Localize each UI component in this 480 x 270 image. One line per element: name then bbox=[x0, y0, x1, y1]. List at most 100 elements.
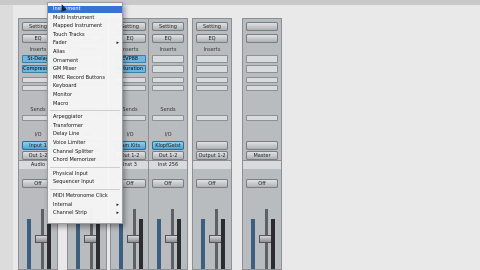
channel-name bbox=[243, 160, 281, 169]
sends-label: Sends bbox=[160, 107, 176, 113]
menu-item-label: Mapped Instrument bbox=[53, 23, 103, 30]
level-meter-right bbox=[96, 219, 100, 269]
menu-item-keyboard[interactable]: Keyboard bbox=[48, 83, 122, 90]
output-button[interactable]: Master bbox=[246, 151, 278, 160]
menu-item-mmc-record-buttons[interactable]: MMC Record Buttons bbox=[48, 75, 122, 82]
menu-item-label: Channel Splitter bbox=[53, 148, 94, 155]
menu-item-label: Delay Line bbox=[53, 131, 80, 138]
menu-item-label: Internal bbox=[53, 201, 73, 208]
menu-item-monitor[interactable]: Monitor bbox=[48, 92, 122, 99]
insert-slot-2[interactable] bbox=[196, 65, 228, 73]
send-slot-1[interactable] bbox=[246, 115, 278, 121]
menu-item-touch-tracks[interactable]: Touch Tracks bbox=[48, 32, 122, 39]
menu-separator bbox=[50, 110, 120, 112]
insert-slot-2[interactable] bbox=[246, 65, 278, 73]
new-object-menu[interactable]: Instrument Multi Instrument Mapped Instrum… bbox=[47, 2, 123, 224]
menu-separator bbox=[50, 166, 120, 168]
menu-item-multi-instrument[interactable]: Multi Instrument bbox=[48, 15, 122, 22]
insert-slot-4[interactable] bbox=[152, 85, 184, 91]
menu-item-label: Chord Memorizer bbox=[53, 157, 96, 164]
setting-button[interactable] bbox=[246, 22, 278, 31]
menu-item-mapped-instrument[interactable]: Mapped Instrument bbox=[48, 23, 122, 30]
output-button[interactable]: Out 1-2 bbox=[152, 151, 184, 160]
insert-slot-1[interactable] bbox=[196, 55, 228, 63]
insert-slot-1[interactable] bbox=[246, 55, 278, 63]
eq-button[interactable] bbox=[246, 34, 278, 43]
insert-slot-3[interactable] bbox=[196, 77, 228, 83]
level-meter-left bbox=[27, 219, 31, 269]
menu-item-arpeggiator[interactable]: Arpeggiator bbox=[48, 114, 122, 121]
automation-off-button[interactable]: Off bbox=[196, 179, 228, 188]
send-slot-1[interactable] bbox=[196, 115, 228, 121]
submenu-arrow-icon: ▸ bbox=[116, 40, 119, 47]
menu-item-label: Monitor bbox=[53, 92, 73, 98]
inserts-label: Inserts bbox=[203, 47, 221, 53]
menu-item-transformer[interactable]: Transformer bbox=[48, 123, 122, 130]
input-button[interactable]: KlopfGeist bbox=[152, 141, 184, 150]
menu-item-internal[interactable]: Internal ▸ bbox=[48, 202, 122, 209]
menu-separator bbox=[50, 189, 120, 190]
insert-slot-2[interactable] bbox=[152, 65, 184, 73]
menu-item-label: Sequencer Input bbox=[53, 179, 95, 186]
input-button[interactable] bbox=[246, 141, 278, 150]
automation-off-button[interactable]: Off bbox=[246, 179, 278, 188]
level-meter-left bbox=[76, 219, 80, 269]
menu-item-label: Multi Instrument bbox=[53, 14, 95, 21]
menu-item-label: Keyboard bbox=[53, 83, 77, 90]
menu-item-physical-input[interactable]: Physical Input bbox=[48, 171, 122, 178]
level-meter-right bbox=[47, 219, 51, 269]
level-meter-right bbox=[139, 219, 143, 269]
io-label: I/O bbox=[164, 132, 172, 138]
menu-item-label: Fader bbox=[53, 40, 67, 47]
level-meter-right bbox=[271, 219, 275, 269]
menu-item-voice-limiter[interactable]: Voice Limiter bbox=[48, 140, 122, 147]
level-meter-right bbox=[221, 219, 225, 269]
menu-item-delay-line[interactable]: Delay Line bbox=[48, 131, 122, 138]
menu-item-ornament[interactable]: Ornament bbox=[48, 58, 122, 65]
automation-off-button[interactable]: Off bbox=[152, 179, 184, 188]
menu-item-label: Arpeggiator bbox=[53, 114, 83, 121]
setting-button[interactable]: Setting bbox=[196, 22, 228, 31]
channel-strip-6[interactable]: Master Off bbox=[242, 18, 282, 270]
menu-item-label: Physical Input bbox=[53, 170, 88, 177]
eq-button[interactable]: EQ bbox=[196, 34, 228, 43]
channel-strip-5[interactable]: Setting EQ Inserts Output 1-2 Off bbox=[192, 18, 232, 270]
menu-item-label: MMC Record Buttons bbox=[53, 74, 105, 81]
input-button[interactable] bbox=[196, 141, 228, 150]
menu-item-label: Transformer bbox=[53, 122, 84, 129]
menu-item-alias[interactable]: Alias bbox=[48, 49, 122, 56]
level-meter-right bbox=[177, 219, 181, 269]
eq-button[interactable]: EQ bbox=[152, 34, 184, 43]
send-slot-1[interactable] bbox=[152, 115, 184, 121]
submenu-arrow-icon: ▸ bbox=[116, 210, 119, 217]
insert-slot-4[interactable] bbox=[246, 85, 278, 91]
menu-item-label: Voice Limiter bbox=[53, 140, 86, 146]
insert-slot-3[interactable] bbox=[152, 77, 184, 83]
menu-item-gm-mixer[interactable]: GM Mixer bbox=[48, 66, 122, 73]
channel-strip-4[interactable]: Setting EQ Inserts Sends I/O KlopfGeist Out 1-… bbox=[148, 18, 188, 270]
insert-slot-1[interactable] bbox=[152, 55, 184, 63]
level-meter-left bbox=[119, 219, 123, 269]
menu-item-label: MIDI Metronome Click bbox=[53, 193, 108, 199]
level-meter-left bbox=[251, 219, 255, 269]
menu-item-fader[interactable]: Fader ▸ bbox=[48, 40, 122, 47]
channel-name bbox=[193, 160, 231, 169]
menu-item-label: Ornament bbox=[53, 57, 79, 64]
insert-slot-3[interactable] bbox=[246, 77, 278, 83]
menu-item-channel-splitter[interactable]: Channel Splitter bbox=[48, 149, 122, 156]
level-meter-left bbox=[157, 219, 161, 269]
menu-item-label: GM Mixer bbox=[53, 66, 77, 73]
left-edge bbox=[0, 5, 13, 270]
inserts-label: Inserts bbox=[159, 47, 177, 53]
insert-slot-4[interactable] bbox=[196, 85, 228, 91]
menu-item-sequencer-input[interactable]: Sequencer Input bbox=[48, 179, 122, 186]
menu-item-chord-memorizer[interactable]: Chord Memorizer bbox=[48, 157, 122, 164]
menu-item-channel-strip[interactable]: Channel Strip ▸ bbox=[48, 210, 122, 217]
setting-button[interactable]: Setting bbox=[152, 22, 184, 31]
menu-item-label: Alias bbox=[53, 49, 65, 55]
level-meter-left bbox=[201, 219, 205, 269]
menu-item-midi-metronome-click[interactable]: MIDI Metronome Click bbox=[48, 193, 122, 200]
menu-item-macro[interactable]: Macro bbox=[48, 101, 122, 108]
output-button[interactable]: Output 1-2 bbox=[196, 151, 228, 160]
submenu-arrow-icon: ▸ bbox=[116, 201, 119, 208]
